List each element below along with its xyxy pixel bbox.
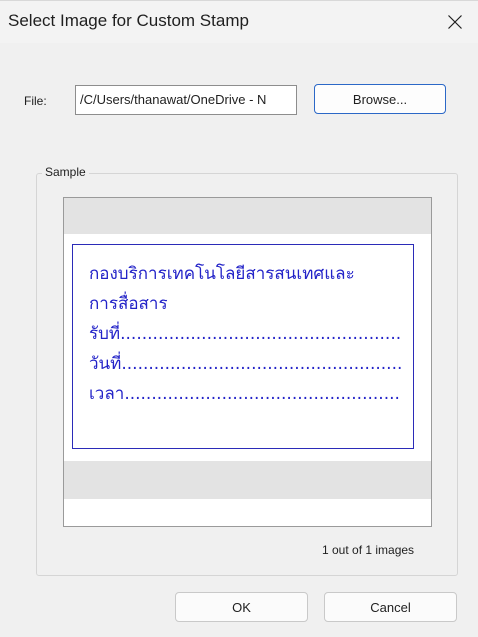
image-counter: 1 out of 1 images xyxy=(322,543,415,557)
stamp-line-time: เวลา....................................… xyxy=(89,384,401,404)
stamp-line-received-no: รับที่..................................… xyxy=(89,324,401,344)
ok-button[interactable]: OK xyxy=(175,592,308,622)
stamp-line-date: วันที่..................................… xyxy=(89,354,401,374)
stamp-line-department-cont: การสื่อสาร xyxy=(89,294,168,314)
sample-group-label: Sample xyxy=(42,165,89,179)
close-icon xyxy=(448,15,462,29)
title-bar: Select Image for Custom Stamp xyxy=(0,1,478,43)
file-path-field[interactable]: /C/Users/thanawat/OneDrive - N xyxy=(75,85,297,115)
preview-bottom-band xyxy=(64,461,431,499)
dialog-title: Select Image for Custom Stamp xyxy=(8,11,249,30)
preview-top-band xyxy=(64,198,431,234)
cancel-button[interactable]: Cancel xyxy=(324,592,457,622)
file-label: File: xyxy=(24,94,47,108)
stamp-image: กองบริการเทคโนโลยีสารสนเทศและ การสื่อสาร… xyxy=(72,244,414,449)
stamp-line-department: กองบริการเทคโนโลยีสารสนเทศและ xyxy=(89,264,355,284)
select-image-dialog: Select Image for Custom Stamp File: /C/U… xyxy=(0,0,478,637)
browse-button[interactable]: Browse... xyxy=(314,84,446,114)
close-button[interactable] xyxy=(432,1,478,43)
